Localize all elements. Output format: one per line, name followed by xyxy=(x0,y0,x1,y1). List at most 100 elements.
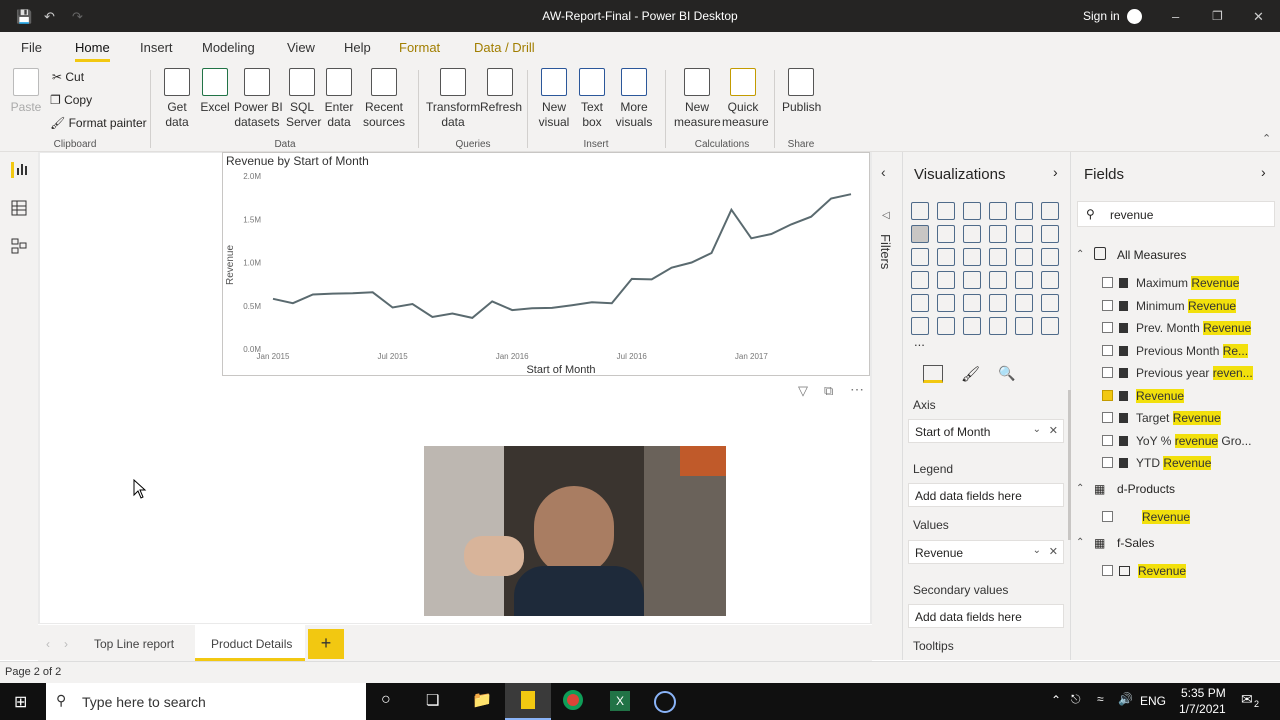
multirow-card-icon[interactable] xyxy=(1041,271,1059,289)
menu-help[interactable]: Help xyxy=(344,40,371,55)
more-options-icon[interactable]: ⋯ xyxy=(850,381,864,398)
values-well[interactable]: Revenue ⌄ ✕ xyxy=(908,540,1064,564)
sql-server-button[interactable]: SQL Server xyxy=(286,68,321,130)
100-column-icon[interactable] xyxy=(1041,202,1059,220)
qa-icon[interactable] xyxy=(963,317,981,335)
field-checkbox[interactable] xyxy=(1102,277,1113,288)
chevron-down-icon[interactable]: ⌄ xyxy=(1033,424,1041,435)
area-chart-icon[interactable] xyxy=(937,225,955,243)
kpi-icon[interactable] xyxy=(911,294,929,312)
cortana-icon[interactable]: ○ xyxy=(381,691,391,709)
ribbon-chart-icon[interactable] xyxy=(1041,225,1059,243)
stacked-bar-icon[interactable] xyxy=(911,202,929,220)
matrix-icon[interactable] xyxy=(989,294,1007,312)
group-f-sales[interactable]: f-Sales xyxy=(1117,536,1154,550)
line-chart-visual[interactable]: Revenue by Start of Month Revenue Start … xyxy=(222,152,870,376)
menu-view[interactable]: View xyxy=(287,40,315,55)
enter-data-button[interactable]: Enter data xyxy=(324,68,354,130)
python-visual-icon[interactable] xyxy=(1041,294,1059,312)
pie-icon[interactable] xyxy=(989,248,1007,266)
stacked-column-icon[interactable] xyxy=(937,202,955,220)
smart-narrative-icon[interactable] xyxy=(989,317,1007,335)
collapse-icon[interactable]: ⌃ xyxy=(1076,249,1084,260)
recent-sources-button[interactable]: Recent sources xyxy=(360,68,408,130)
network-icon[interactable]: ⎋ xyxy=(1071,692,1081,707)
r-visual-icon[interactable] xyxy=(1015,294,1033,312)
gauge-icon[interactable] xyxy=(989,271,1007,289)
secondary-values-well[interactable]: Add data fields here xyxy=(908,604,1064,628)
refresh-button[interactable]: Refresh xyxy=(480,68,522,115)
slicer-icon[interactable] xyxy=(937,294,955,312)
collapse-icon[interactable]: ⌃ xyxy=(1076,537,1084,548)
copy-button[interactable]: ❐ Copy xyxy=(50,93,92,107)
paginated-icon[interactable] xyxy=(1015,317,1033,335)
cut-button[interactable]: ✂ Cut xyxy=(52,70,84,84)
next-page-icon[interactable]: › xyxy=(64,637,68,651)
menu-home[interactable]: Home xyxy=(75,40,110,62)
close-icon[interactable]: ✕ xyxy=(1253,9,1264,25)
measure-field[interactable]: YoY % revenue Gro... xyxy=(1102,433,1251,452)
menu-insert[interactable]: Insert xyxy=(140,40,173,55)
taskbar-search-input[interactable]: Type here to search xyxy=(82,694,206,710)
focus-mode-icon[interactable]: ⧉ xyxy=(824,383,833,399)
pbi-datasets-button[interactable]: Power BI datasets xyxy=(234,68,283,130)
expand-arrow-icon[interactable]: › xyxy=(1261,164,1266,180)
text-box-button[interactable]: Text box xyxy=(578,68,606,130)
avatar[interactable] xyxy=(1127,9,1142,24)
tab-product-details[interactable]: Product Details xyxy=(211,637,292,651)
sign-in-link[interactable]: Sign in xyxy=(1083,9,1120,23)
clustered-bar-icon[interactable] xyxy=(963,202,981,220)
collapse-icon[interactable]: ⌃ xyxy=(1076,483,1084,494)
expand-arrow-icon[interactable]: › xyxy=(1053,164,1058,180)
fields-tab-icon[interactable] xyxy=(923,365,943,383)
new-visual-button[interactable]: New visual xyxy=(536,68,572,130)
scatter-icon[interactable] xyxy=(963,248,981,266)
field-checkbox[interactable] xyxy=(1102,344,1113,356)
restore-icon[interactable]: ❐ xyxy=(1212,9,1223,23)
shape-map-icon[interactable] xyxy=(963,271,981,289)
measure-field[interactable]: Minimum Revenue xyxy=(1102,298,1237,317)
chrome-icon[interactable] xyxy=(563,690,583,710)
line-column-icon[interactable] xyxy=(989,225,1007,243)
field-checkbox[interactable] xyxy=(1102,412,1113,423)
excel-button[interactable]: Excel xyxy=(200,68,230,115)
filters-pane-collapsed[interactable]: ‹ ◁ Filters xyxy=(872,152,902,660)
group-d-products[interactable]: d-Products xyxy=(1117,482,1175,496)
publish-button[interactable]: Publish xyxy=(782,68,821,115)
field-checkbox[interactable] xyxy=(1102,322,1113,333)
power-bi-taskbar-button[interactable] xyxy=(505,683,551,720)
language-indicator[interactable]: ENG xyxy=(1140,694,1166,708)
transform-data-button[interactable]: Transform data xyxy=(426,68,480,130)
key-influencers-icon[interactable] xyxy=(911,317,929,335)
analytics-icon[interactable]: 🔍 xyxy=(998,365,1016,383)
minimize-icon[interactable]: – xyxy=(1172,9,1179,24)
table-visual-icon[interactable] xyxy=(963,294,981,312)
decomposition-tree-icon[interactable] xyxy=(937,317,955,335)
legend-well[interactable]: Add data fields here xyxy=(908,483,1064,507)
treemap-icon[interactable] xyxy=(1041,248,1059,266)
measure-field[interactable]: Prev. Month Revenue xyxy=(1102,321,1252,339)
measure-field[interactable]: Revenue xyxy=(1102,388,1185,407)
field-checkbox[interactable] xyxy=(1102,389,1113,401)
add-page-button[interactable]: + xyxy=(308,629,344,659)
scrollbar[interactable] xyxy=(1068,390,1071,540)
remove-icon[interactable]: ✕ xyxy=(1049,424,1058,437)
tab-top-line-report[interactable]: Top Line report xyxy=(94,637,174,651)
taskbar-search-box[interactable]: ⚲ Type here to search xyxy=(46,683,366,720)
group-all-measures[interactable]: All Measures xyxy=(1117,248,1186,262)
line-clustered-icon[interactable] xyxy=(1015,225,1033,243)
fields-search-box[interactable]: ⚲ revenue xyxy=(1077,201,1275,227)
file-explorer-icon[interactable]: 📁 xyxy=(472,690,492,710)
100-bar-icon[interactable] xyxy=(1015,202,1033,220)
new-measure-button[interactable]: New measure xyxy=(674,68,721,130)
show-hidden-icons[interactable]: ⌃ xyxy=(1051,693,1061,707)
menu-data-drill[interactable]: Data / Drill xyxy=(474,40,535,55)
field-checkbox[interactable] xyxy=(1102,434,1113,446)
clock-date[interactable]: 1/7/2021 xyxy=(1179,702,1226,716)
collapse-arrow-icon[interactable]: ‹ xyxy=(881,164,886,180)
quick-measure-button[interactable]: Quick measure xyxy=(722,68,769,130)
field-checkbox[interactable] xyxy=(1102,299,1113,311)
windows-start-icon[interactable]: ⊞ xyxy=(14,692,27,712)
menu-modeling[interactable]: Modeling xyxy=(202,40,255,55)
remove-icon[interactable]: ✕ xyxy=(1049,545,1058,558)
